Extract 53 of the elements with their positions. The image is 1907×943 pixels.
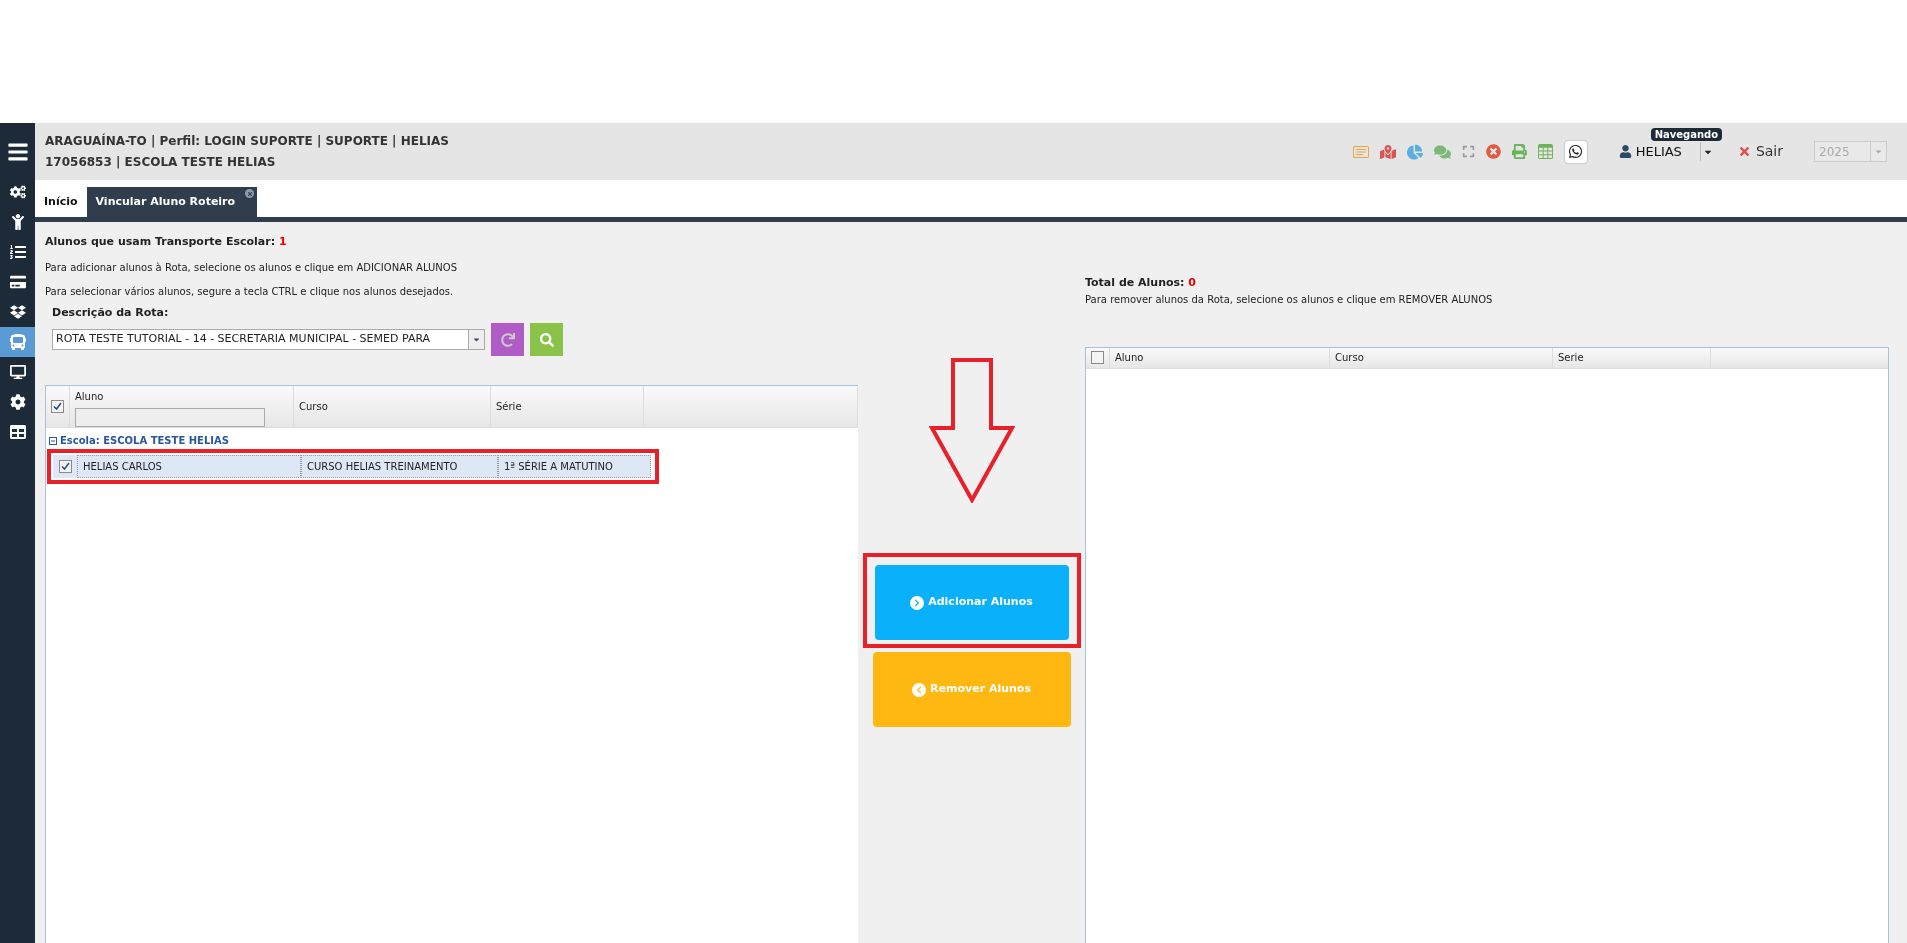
- header-info: ARAGUAÍNA-TO | Perfil: LOGIN SUPORTE | SUPORTE | HELIAS: [45, 132, 449, 150]
- map-icon[interactable]: [1379, 143, 1396, 160]
- checkbox[interactable]: [58, 460, 72, 473]
- caret-icon: [1874, 147, 1883, 156]
- column-header: Série: [491, 386, 644, 427]
- add-instructions: Para adicionar alunos à Rota, selecione os alunos e clique em ADICIONAR ALUNOS: [45, 260, 459, 275]
- table-cell: HELIAS CARLOS: [77, 455, 301, 478]
- gears-icon: [9, 184, 26, 200]
- monitor-icon: [9, 364, 26, 380]
- table-row[interactable]: HELIAS CARLOS CURSO HELIAS TREINAMENTO 1ª SÉRIE A MATUTINO: [53, 455, 651, 478]
- logout-button[interactable]: Sair: [1737, 141, 1783, 162]
- refresh-button[interactable]: [491, 323, 524, 356]
- menu-icon[interactable]: [6, 141, 29, 163]
- filter-field[interactable]: [75, 408, 265, 427]
- remove-instructions: Para remover alunos da Rota, selecione os alunos e clique em REMOVER ALUNOS: [1085, 292, 1494, 307]
- header-school: 17056853 | ESCOLA TESTE HELIAS: [45, 153, 277, 171]
- column-header: Aluno: [75, 390, 105, 404]
- route-select[interactable]: ROTA TESTE TUTORIAL - 14 - SECRETARIA MUNICIPAL - SEMED PARA: [52, 329, 485, 350]
- search-icon: [539, 332, 554, 347]
- refresh-icon: [500, 332, 515, 347]
- column-header: Curso: [1330, 347, 1553, 368]
- column-header: Curso: [294, 386, 491, 427]
- close-icon[interactable]: [245, 189, 255, 198]
- chevron-left-icon: [915, 685, 924, 694]
- ctrl-instructions: Para selecionar vários alunos, segure a tecla CTRL e clique nos alunos desejados.: [45, 284, 455, 299]
- students-count: Alunos que usam Transporte Escolar: 1: [45, 234, 288, 250]
- whatsapp-button[interactable]: [1563, 139, 1588, 164]
- tab[interactable]: Início: [35, 187, 87, 217]
- status-tooltip: Navegando: [1650, 127, 1723, 141]
- total-students: Total de Alunos: 0: [1085, 275, 1197, 291]
- close-icon: [1737, 145, 1751, 158]
- whatsapp-icon: [1568, 144, 1584, 159]
- table-cell: CURSO HELIAS TREINAMENTO: [301, 455, 498, 478]
- boxes-icon: [9, 304, 26, 320]
- column-header: Aluno: [1110, 347, 1330, 368]
- group-header[interactable]: Escola: ESCOLA TESTE HELIAS: [46, 433, 858, 448]
- card-icon: [9, 274, 26, 290]
- route-label: Descrição da Rota:: [52, 304, 170, 321]
- bus-icon: [9, 334, 26, 350]
- caret-icon: [472, 335, 481, 344]
- settings-icon: [9, 394, 26, 410]
- person-icon: [9, 214, 26, 230]
- table-cell: 1ª SÉRIE A MATUTINO: [498, 455, 651, 478]
- numbered-list-icon: [9, 244, 26, 260]
- collapse-icon[interactable]: [49, 436, 57, 445]
- tab[interactable]: Vincular Aluno Roteiro: [86, 187, 258, 217]
- chevron-right-icon: [913, 598, 922, 607]
- user-icon: [1618, 145, 1632, 158]
- column-header: Serie: [1553, 347, 1711, 368]
- table-icon: [9, 424, 26, 440]
- user-menu[interactable]: HELIAS: [1618, 141, 1701, 162]
- checkbox[interactable]: [1091, 351, 1104, 364]
- checkbox[interactable]: [51, 400, 64, 413]
